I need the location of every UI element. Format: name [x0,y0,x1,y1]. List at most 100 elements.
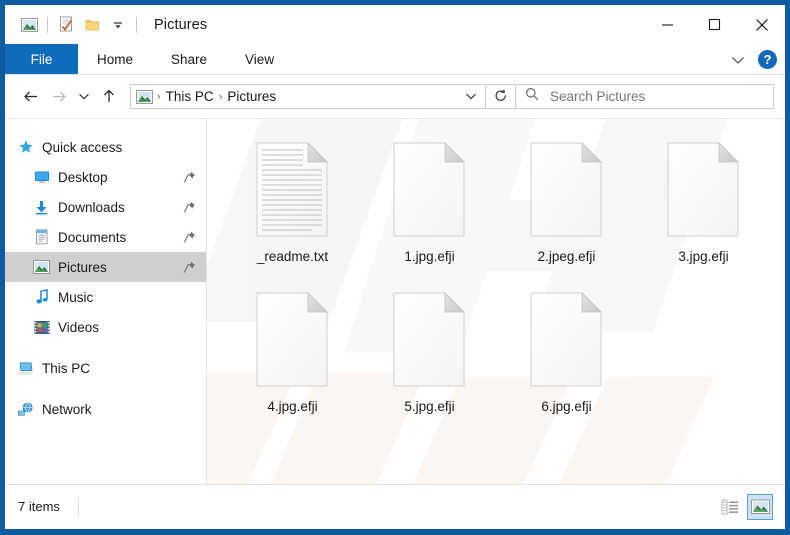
pictures-breadcrumb-icon [136,89,153,104]
network-icon [17,401,34,418]
file-item[interactable]: _readme.txt [224,131,361,281]
maximize-button[interactable] [691,5,738,44]
file-item[interactable]: 6.jpg.efji [498,281,635,431]
properties-icon[interactable] [53,12,79,38]
explorer-body: Quick access Desktop Downloads Documents… [5,118,785,484]
downloads-icon [33,199,50,216]
minimize-button[interactable] [644,5,691,44]
item-count: 7 items [18,499,60,514]
sidebar-label: Music [58,289,94,305]
sidebar-item-quick-access[interactable]: Quick access [5,132,206,162]
forward-button[interactable] [45,83,73,111]
sidebar-item-network[interactable]: Network [5,394,206,424]
sidebar-label: Quick access [42,139,123,155]
file-name: 5.jpg.efji [404,399,455,414]
sidebar-item-this-pc[interactable]: This PC [5,353,206,383]
sidebar-label: This PC [42,360,91,376]
file-hit-area[interactable]: 5.jpg.efji [361,285,498,417]
blank-file-icon [519,287,615,391]
sidebar-item-videos[interactable]: Videos [5,312,206,342]
blank-file-icon [245,287,341,391]
videos-icon [33,319,50,336]
address-dropdown-icon[interactable] [459,85,483,108]
sidebar-gap-2 [5,383,206,394]
pin-icon[interactable] [183,171,196,184]
ribbon-right-controls: ? [727,44,777,75]
chevron-down-icon[interactable] [727,49,749,71]
file-hit-area[interactable]: 4.jpg.efji [224,285,361,417]
file-list-view[interactable]: _readme.txt 1.jpg.efji 2.jpeg.efji 3.jpg… [207,119,785,484]
tab-file[interactable]: File [5,44,78,74]
file-name: 1.jpg.efji [404,249,455,264]
pin-icon[interactable] [183,201,196,214]
file-item[interactable]: 2.jpeg.efji [498,131,635,281]
pin-icon[interactable] [183,231,196,244]
sidebar-item-desktop[interactable]: Desktop [5,162,206,192]
search-icon [525,87,539,106]
file-item[interactable]: 1.jpg.efji [361,131,498,281]
documents-icon [33,229,50,246]
file-name: 4.jpg.efji [267,399,318,414]
pictures-library-icon[interactable] [16,12,42,38]
new-folder-icon[interactable] [79,12,105,38]
this-pc-icon [17,360,34,377]
tab-home[interactable]: Home [78,44,152,74]
sidebar-gap-1 [5,342,206,353]
file-item[interactable]: 5.jpg.efji [361,281,498,431]
large-icons-view-button[interactable] [747,494,773,520]
close-button[interactable] [738,5,785,44]
file-item[interactable]: 4.jpg.efji [224,281,361,431]
up-button[interactable] [95,83,123,111]
breadcrumb-this-pc[interactable]: This PC [162,89,218,104]
ribbon-tab-bar: File Home Share View ? [5,44,785,75]
refresh-button[interactable] [486,84,516,109]
sidebar-item-music[interactable]: Music [5,282,206,312]
pictures-icon [33,259,50,276]
file-hit-area[interactable]: 6.jpg.efji [498,285,635,417]
file-hit-area[interactable]: 2.jpeg.efji [498,135,635,267]
back-button[interactable] [17,83,45,111]
music-icon [33,289,50,306]
blank-file-icon [382,137,478,241]
pane-splitter[interactable] [206,119,207,484]
file-name: 6.jpg.efji [541,399,592,414]
tab-share[interactable]: Share [152,44,226,74]
file-hit-area[interactable]: 3.jpg.efji [635,135,772,267]
window-controls [644,5,785,44]
search-input[interactable]: Search Pictures [550,89,645,104]
file-item[interactable]: 3.jpg.efji [635,131,772,281]
sidebar-item-downloads[interactable]: Downloads [5,192,206,222]
tab-view[interactable]: View [226,44,293,74]
search-box[interactable]: Search Pictures [516,84,774,109]
sidebar-label: Downloads [58,199,125,215]
explorer-window: Pictures File Home Share View ? › This P… [0,0,790,535]
qat-separator-2 [136,16,137,33]
sidebar-label: Desktop [58,169,108,185]
details-view-button[interactable] [717,494,743,520]
file-hit-area[interactable]: _readme.txt [224,135,361,267]
blank-file-icon [656,137,752,241]
file-name: 3.jpg.efji [678,249,729,264]
file-name: _readme.txt [256,249,329,264]
breadcrumb-pictures[interactable]: Pictures [223,89,280,104]
file-grid: _readme.txt 1.jpg.efji 2.jpeg.efji 3.jpg… [207,119,785,431]
sidebar-item-documents[interactable]: Documents [5,222,206,252]
sidebar-item-pictures[interactable]: Pictures [5,252,206,282]
file-hit-area[interactable]: 1.jpg.efji [361,135,498,267]
sidebar-label: Network [42,401,92,417]
help-button[interactable]: ? [758,50,777,69]
sidebar-label: Pictures [58,259,107,275]
qat-separator-1 [47,16,48,33]
blank-file-icon [382,287,478,391]
star-icon [17,139,34,156]
title-bar: Pictures [5,5,785,44]
breadcrumb[interactable]: › This PC › Pictures [130,84,486,109]
pin-icon[interactable] [183,261,196,274]
blank-file-icon [519,137,615,241]
customize-chevron-icon[interactable] [105,12,131,38]
desktop-icon [33,169,50,186]
view-buttons [717,485,773,529]
recent-locations-chevron-icon[interactable] [73,83,95,111]
status-separator [77,497,79,516]
status-bar: 7 items [5,484,785,528]
